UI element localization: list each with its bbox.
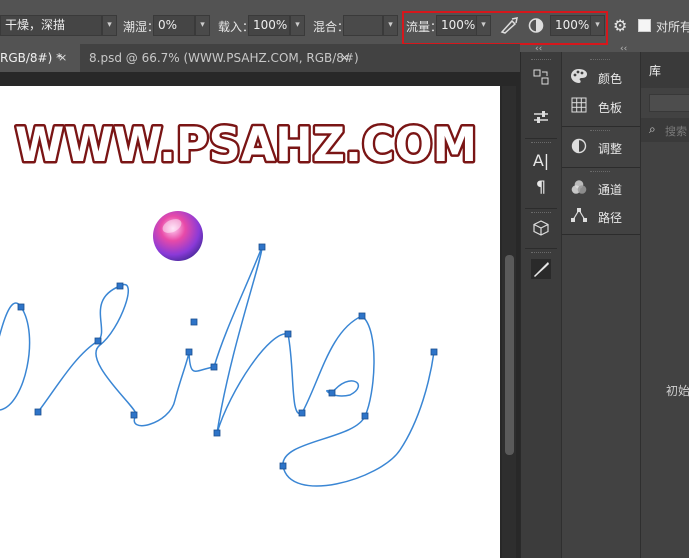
panel-item-label: 色板	[598, 101, 623, 115]
flow-smoothing-highlight-box	[402, 11, 608, 45]
history-icon[interactable]	[530, 68, 552, 90]
library-initial-text: 初始	[666, 384, 689, 398]
document-canvas[interactable]: WWW.PSAHZ.COM	[0, 86, 500, 558]
load-chevron-icon[interactable]: ▾	[290, 15, 305, 36]
panel-item-channels[interactable]: 通道	[568, 179, 622, 201]
close-icon[interactable]: ×	[58, 44, 67, 72]
mix-input[interactable]	[343, 15, 383, 36]
brush-mode-chevron-icon[interactable]: ▾	[102, 15, 117, 36]
panel-item-label: 颜色	[598, 72, 623, 86]
paragraph-icon[interactable]: ¶	[530, 176, 552, 198]
panel-grip[interactable]	[531, 59, 551, 62]
3d-cube-icon[interactable]	[530, 219, 552, 241]
panel-item-label: 调整	[598, 142, 623, 156]
search-placeholder: 搜索	[665, 125, 687, 138]
panel-column: ‹‹ 颜色 色板 调整 通道 路径	[561, 44, 640, 558]
adjustments-icon	[568, 138, 590, 161]
panel-grip[interactable]	[531, 252, 551, 255]
properties-icon[interactable]	[530, 108, 552, 130]
watermark-text: WWW.PSAHZ.COM	[15, 118, 477, 173]
swatches-icon	[568, 97, 590, 120]
collapse-icon[interactable]: ‹‹	[620, 44, 627, 54]
tab-libraries[interactable]: 库	[649, 62, 661, 79]
close-icon[interactable]: ×	[340, 44, 349, 72]
library-search-input[interactable]: ⌕ 搜索	[641, 118, 689, 142]
gear-icon[interactable]: ⚙	[613, 15, 631, 36]
collapse-icon[interactable]: ‹‹	[535, 44, 542, 54]
sample-all-layers-label: 对所有	[656, 20, 689, 34]
panel-grip[interactable]	[590, 171, 610, 174]
palette-icon	[568, 68, 590, 91]
sphere-graphic	[153, 211, 203, 261]
mix-chevron-icon[interactable]: ▾	[383, 15, 398, 36]
panel-item-color[interactable]: 颜色	[568, 68, 622, 90]
tab-label: RGB/8#) *	[0, 51, 63, 65]
library-select[interactable]	[649, 94, 689, 112]
panel-item-label: 路径	[598, 211, 623, 225]
brush-mode-select[interactable]: 干燥，深描	[0, 15, 102, 36]
sample-all-layers-checkbox[interactable]	[638, 19, 651, 32]
wet-input[interactable]: 0%	[153, 15, 195, 36]
brush-presets-icon[interactable]	[530, 258, 552, 280]
panel-item-label: 通道	[598, 183, 623, 197]
panel-item-swatches[interactable]: 色板	[568, 97, 622, 119]
channels-icon	[568, 179, 590, 202]
document-tab-bar: RGB/8#) * × 8.psd @ 66.7% (WWW.PSAHZ.COM…	[0, 44, 520, 73]
tab-document-active[interactable]: RGB/8#) * ×	[0, 44, 80, 72]
panel-item-adjustments[interactable]: 调整	[568, 138, 622, 160]
tab-document[interactable]: 8.psd @ 66.7% (WWW.PSAHZ.COM, RGB/8#) ×	[82, 44, 359, 72]
panel-icon-strip: ‹‹ A| ¶	[520, 44, 561, 558]
panel-item-paths[interactable]: 路径	[568, 207, 622, 229]
panel-grip[interactable]	[590, 59, 610, 62]
panel-grip[interactable]	[531, 142, 551, 145]
scrollbar-thumb[interactable]	[505, 255, 514, 455]
search-icon: ⌕	[649, 122, 656, 136]
character-icon[interactable]: A|	[530, 150, 552, 172]
tab-label: 8.psd @ 66.7% (WWW.PSAHZ.COM, RGB/8#)	[89, 51, 359, 65]
panel-grip[interactable]	[590, 130, 610, 133]
paths-icon	[568, 207, 590, 230]
wet-chevron-icon[interactable]: ▾	[195, 15, 210, 36]
load-input[interactable]: 100%	[248, 15, 290, 36]
libraries-panel: 库 ⌕ 搜索 初始	[640, 52, 689, 558]
panel-grip[interactable]	[531, 212, 551, 215]
